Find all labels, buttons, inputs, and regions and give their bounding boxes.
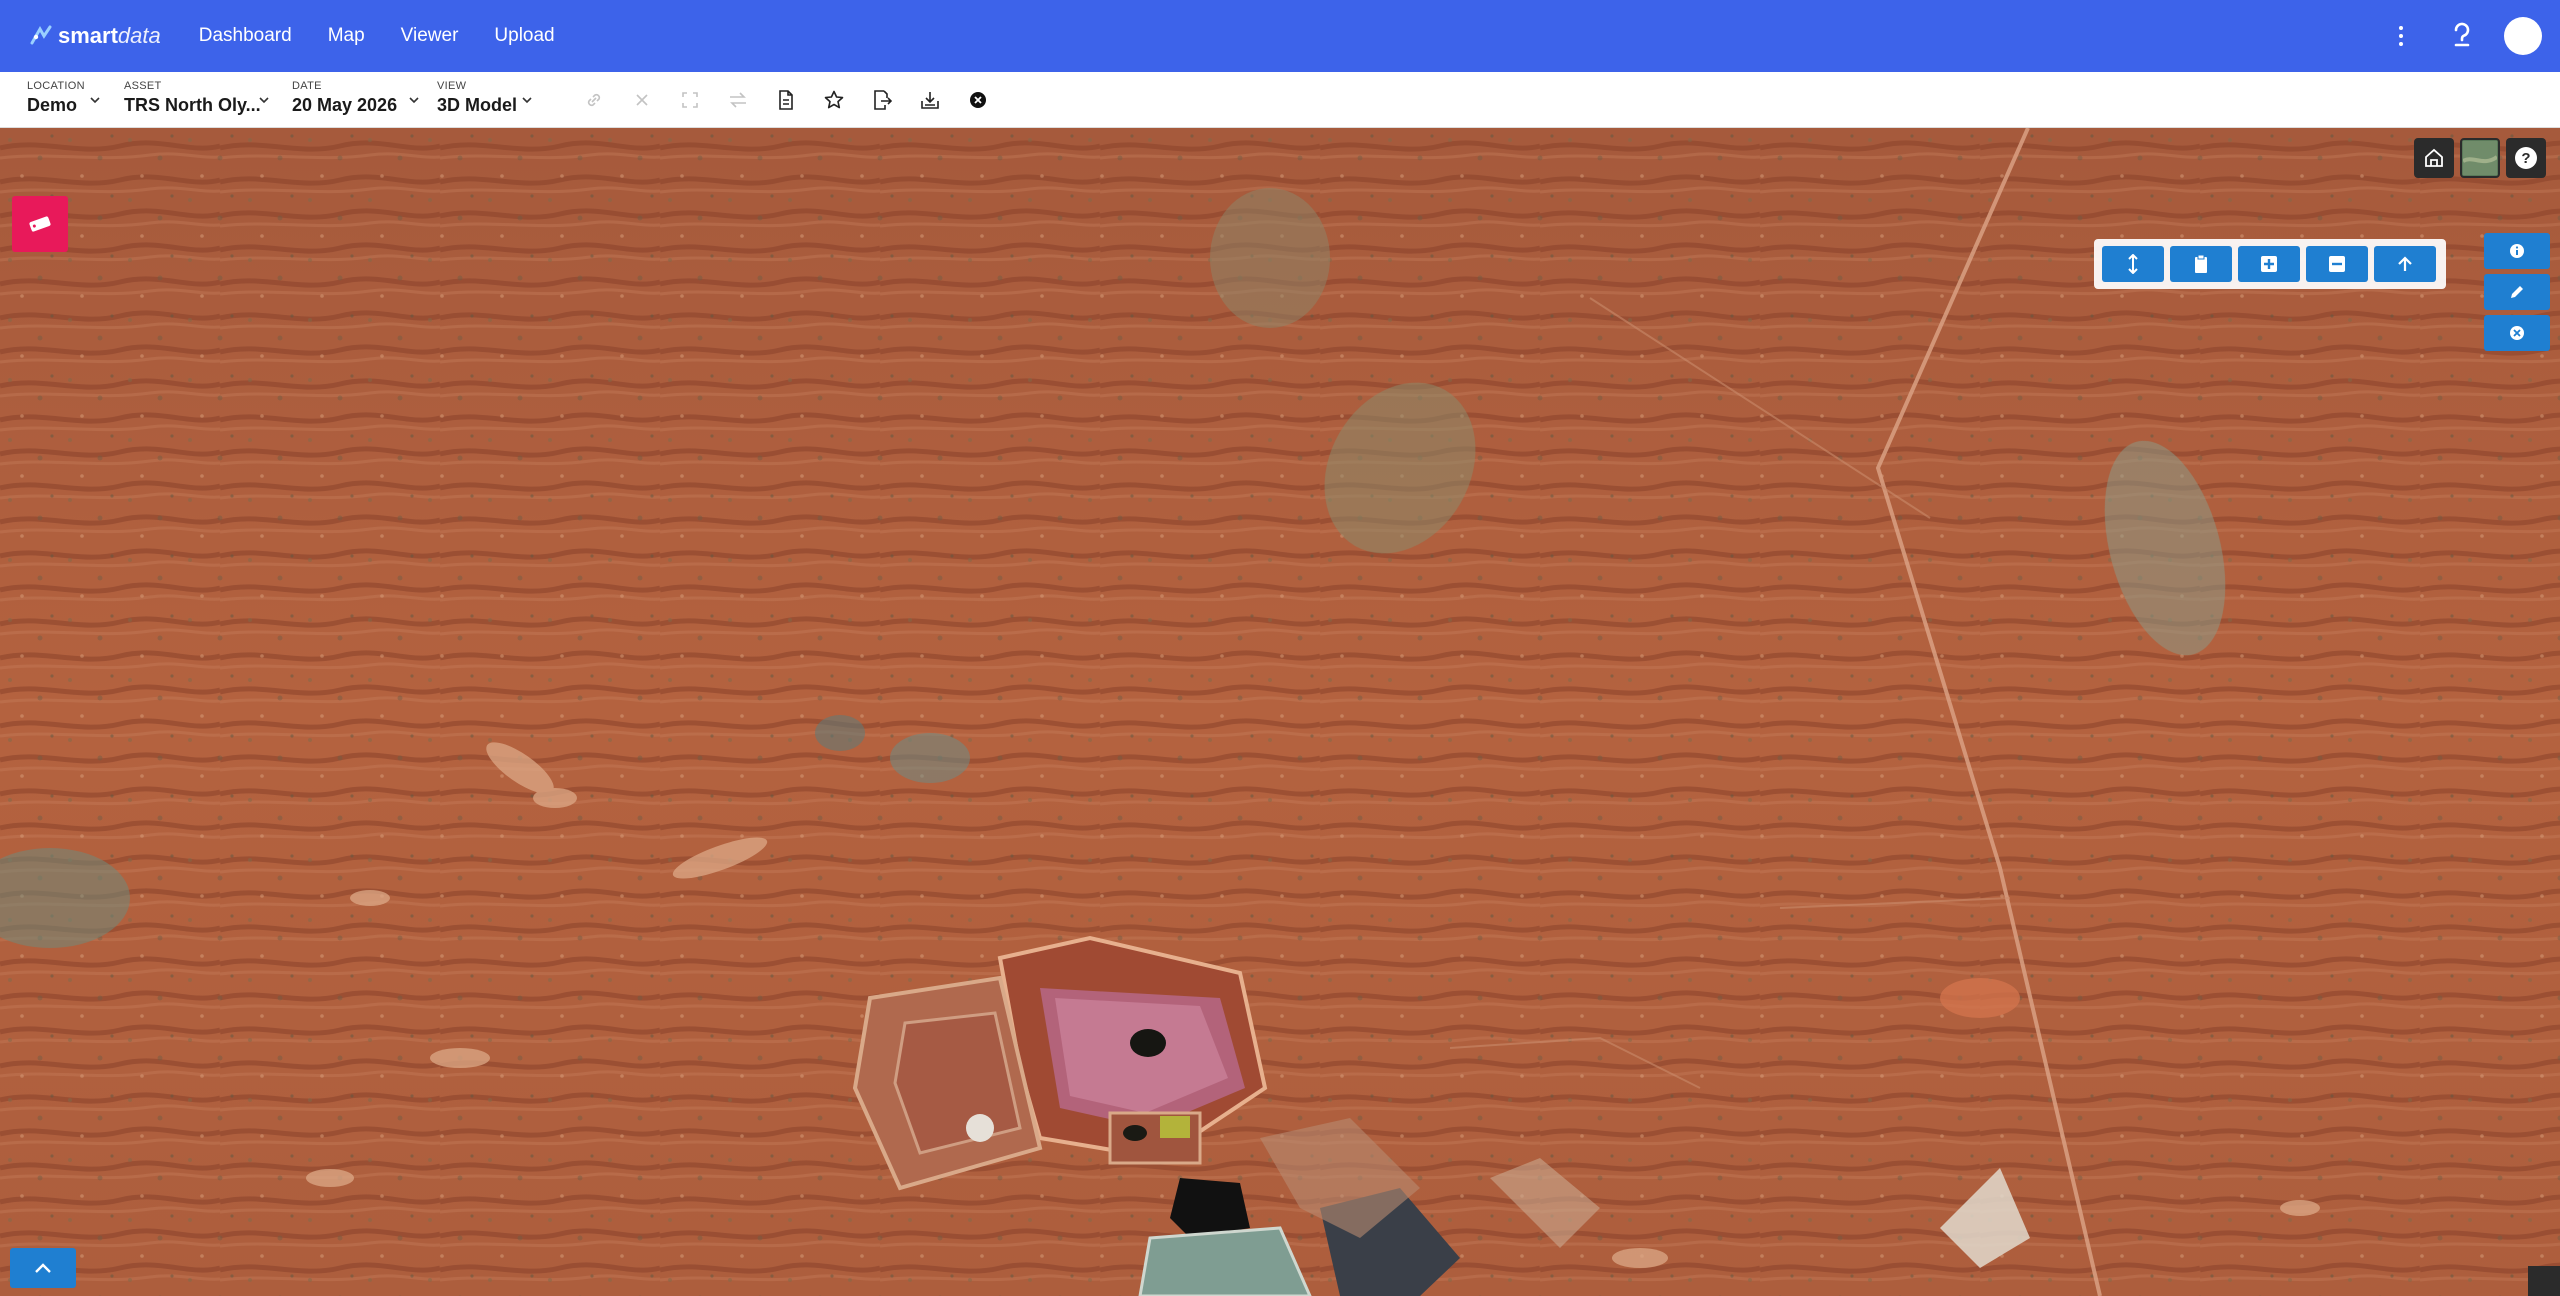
document-icon[interactable] xyxy=(775,89,797,111)
layer-thumbnail[interactable] xyxy=(2460,138,2500,178)
main-nav: Dashboard Map Viewer Upload xyxy=(199,25,591,47)
close-circle-icon[interactable] xyxy=(2484,315,2550,351)
toolbar-actions xyxy=(583,89,1015,111)
svg-text:?: ? xyxy=(2521,150,2530,167)
logo-mark-icon xyxy=(30,25,52,45)
close-circle-icon[interactable] xyxy=(967,89,989,111)
view-selector[interactable]: VIEW 3D Model xyxy=(437,72,547,128)
asset-label: ASSET xyxy=(124,79,162,92)
chevron-down-icon xyxy=(522,96,532,103)
map-3d-view[interactable] xyxy=(0,128,2560,1296)
swap-icon[interactable] xyxy=(727,89,749,111)
nav-dashboard[interactable]: Dashboard xyxy=(199,25,292,47)
star-icon[interactable] xyxy=(823,89,845,111)
satellite-terrain xyxy=(0,128,2560,1296)
help-icon[interactable]: ? xyxy=(2506,138,2546,178)
close-icon[interactable] xyxy=(631,89,653,111)
date-label: DATE xyxy=(292,79,322,92)
nav-map[interactable]: Map xyxy=(328,25,365,47)
asset-toolbar: LOCATION Demo ASSET TRS North Oly... DAT… xyxy=(0,72,2560,128)
date-selector[interactable]: DATE 20 May 2026 xyxy=(292,72,437,128)
more-vert-icon[interactable] xyxy=(2386,18,2416,54)
nav-upload[interactable]: Upload xyxy=(494,25,554,47)
view-label: VIEW xyxy=(437,79,467,92)
location-selector[interactable]: LOCATION Demo xyxy=(27,72,124,128)
logo-text-data: data xyxy=(117,23,161,48)
expand-panel-button[interactable] xyxy=(10,1248,76,1288)
avatar[interactable] xyxy=(2504,17,2542,55)
download-icon[interactable] xyxy=(919,89,941,111)
fullscreen-icon[interactable] xyxy=(679,89,701,111)
smartdata-logo[interactable]: smart data xyxy=(28,23,161,49)
nav-right-actions xyxy=(2386,17,2542,55)
corner-widget xyxy=(2528,1266,2560,1296)
home-icon[interactable] xyxy=(2414,138,2454,178)
chevron-down-icon xyxy=(409,96,419,103)
location-value: Demo xyxy=(27,94,78,115)
side-tools xyxy=(2484,233,2550,356)
asset-selector[interactable]: ASSET TRS North Oly... xyxy=(124,72,292,128)
tag-icon[interactable] xyxy=(12,196,68,252)
location-label: LOCATION xyxy=(27,79,85,92)
arrow-up-icon[interactable] xyxy=(2374,246,2436,282)
link-icon[interactable] xyxy=(583,89,605,111)
info-icon[interactable] xyxy=(2484,233,2550,269)
top-navigation-bar: smart data Dashboard Map Viewer Upload xyxy=(0,0,2560,72)
chevron-down-icon xyxy=(90,96,100,103)
export-icon[interactable] xyxy=(871,89,893,111)
chevron-up-icon xyxy=(35,1263,51,1273)
height-icon[interactable] xyxy=(2102,246,2164,282)
pencil-icon[interactable] xyxy=(2484,274,2550,310)
help-icon[interactable] xyxy=(2444,18,2480,54)
minus-box-icon[interactable] xyxy=(2306,246,2368,282)
nav-viewer[interactable]: Viewer xyxy=(401,25,459,47)
clipboard-icon[interactable] xyxy=(2170,246,2232,282)
map-view-tools: ? xyxy=(2408,138,2546,178)
chevron-down-icon xyxy=(259,96,269,103)
measurement-toolbar xyxy=(2094,239,2446,289)
add-box-icon[interactable] xyxy=(2238,246,2300,282)
logo-text-smart: smart xyxy=(58,23,118,48)
